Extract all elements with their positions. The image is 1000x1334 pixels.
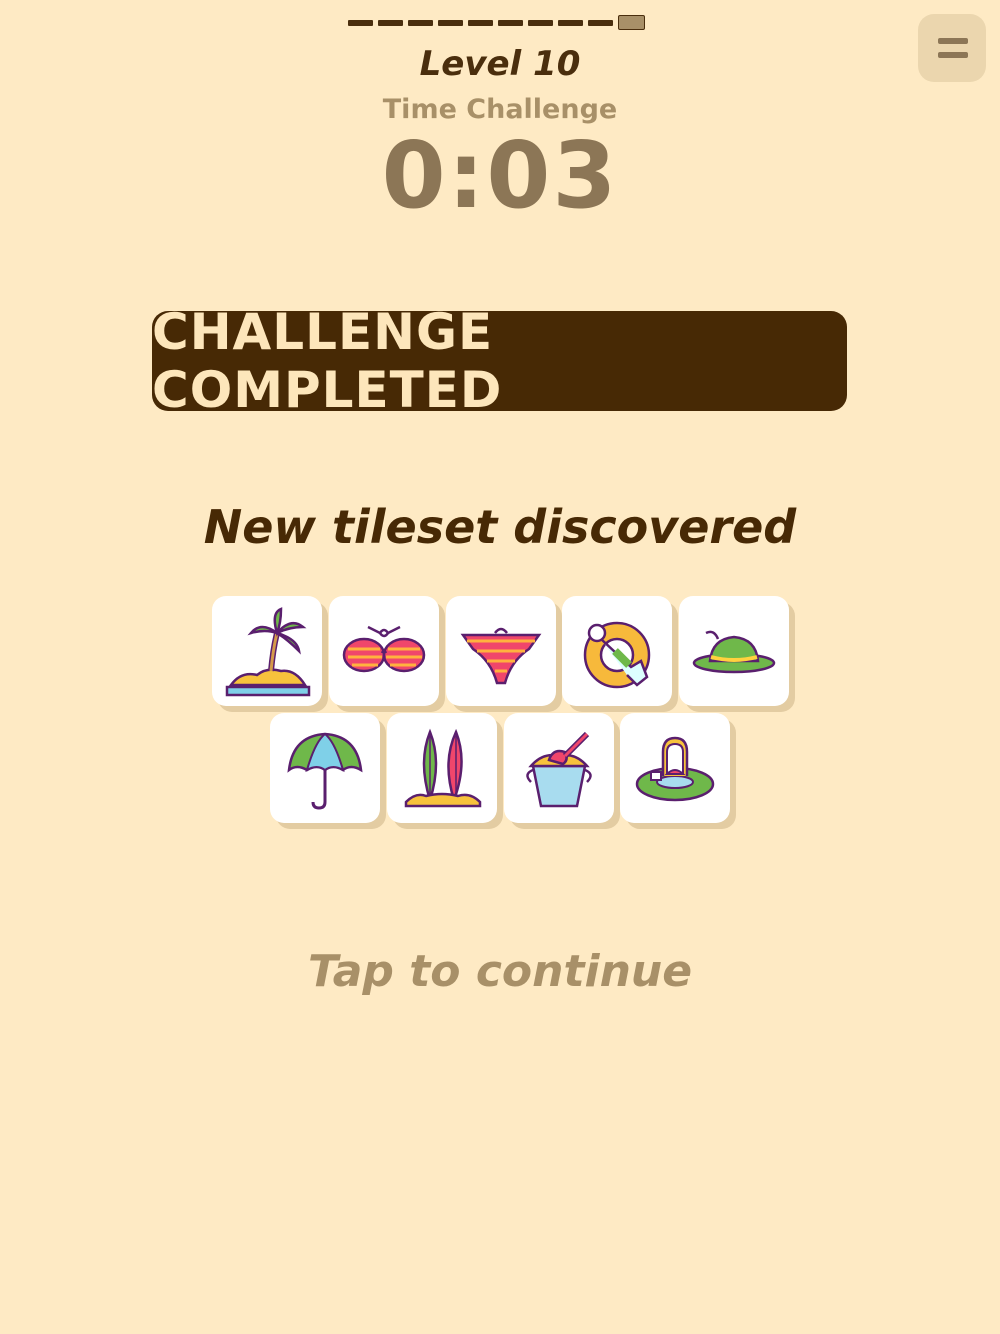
sand-bucket-icon [526,731,592,808]
beach-umbrella-icon [287,732,363,810]
bikini-top-icon [342,625,426,673]
tile-beach-umbrella [270,713,380,823]
tile-sun-hat [679,596,789,706]
progress-segment [408,19,433,26]
progress-segment [378,19,403,26]
progress-segment [468,19,493,26]
tileset-heading: New tileset discovered [203,500,797,554]
floating-tube-girl-icon [635,736,715,802]
tile-sand-bucket [504,713,614,823]
progress-segment [528,19,553,26]
tile-bikini-top [329,596,439,706]
tile-floating-tube-girl [620,713,730,823]
level-progress [348,15,645,30]
progress-segment [348,19,373,26]
progress-segment [498,19,523,26]
palm-island-icon [225,607,311,697]
level-title: Level 10 [419,44,581,84]
surfboards-icon [404,728,482,808]
banner-text: CHALLENGE COMPLETED [152,303,503,419]
tap-to-continue[interactable]: Tap to continue [0,946,1000,997]
tile-palm-island [212,596,322,706]
tile-bikini-bottom [446,596,556,706]
tile-swim-ring-person [562,596,672,706]
progress-segment [558,19,583,26]
tile-surfboards [387,713,497,823]
mode-label: Time Challenge [382,94,618,125]
swim-ring-person-icon [583,621,651,689]
challenge-completed-banner: CHALLENGE COMPLETED [152,303,847,419]
sun-hat-icon [692,630,776,674]
bikini-bottom-icon [460,627,542,685]
progress-segment [588,19,613,26]
progress-segment [438,19,463,26]
progress-segment-current [618,15,645,30]
timer-display: 0:03 [381,122,619,229]
